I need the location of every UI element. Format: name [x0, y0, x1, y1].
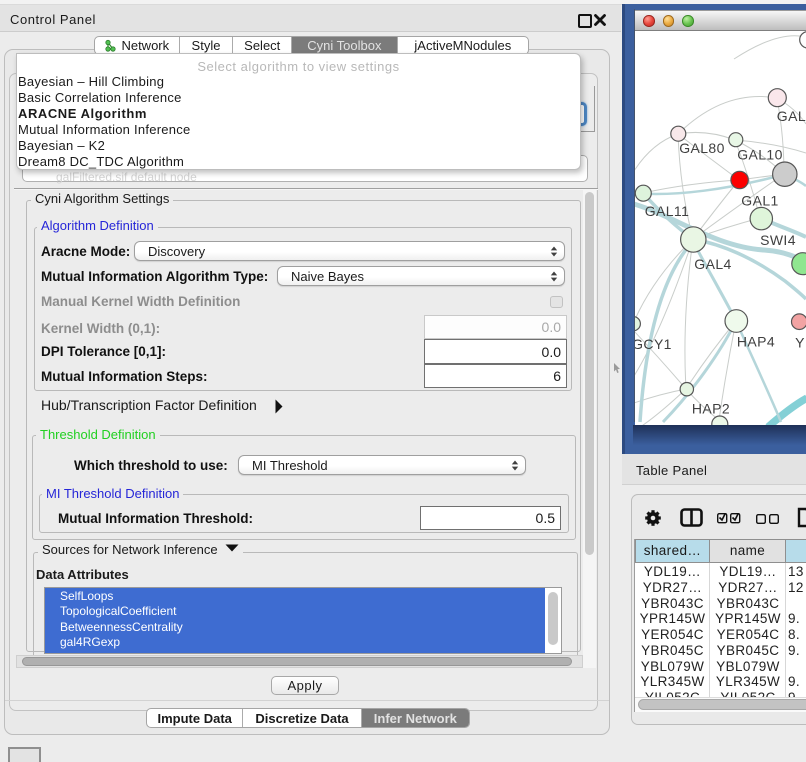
svg-text:GAL80: GAL80 — [679, 140, 725, 156]
svg-text:GAL10: GAL10 — [737, 147, 783, 163]
svg-text:GAL1: GAL1 — [741, 193, 778, 209]
svg-text:HAP2: HAP2 — [692, 401, 730, 417]
svg-text:GCY1: GCY1 — [635, 336, 672, 352]
svg-text:HAP4: HAP4 — [737, 334, 775, 350]
svg-text:GAL7: GAL7 — [777, 108, 806, 124]
svg-text:Y: Y — [795, 335, 805, 351]
svg-text:SWI4: SWI4 — [760, 232, 796, 248]
svg-text:GAL11: GAL11 — [645, 203, 690, 219]
svg-text:GAL4: GAL4 — [694, 256, 731, 272]
